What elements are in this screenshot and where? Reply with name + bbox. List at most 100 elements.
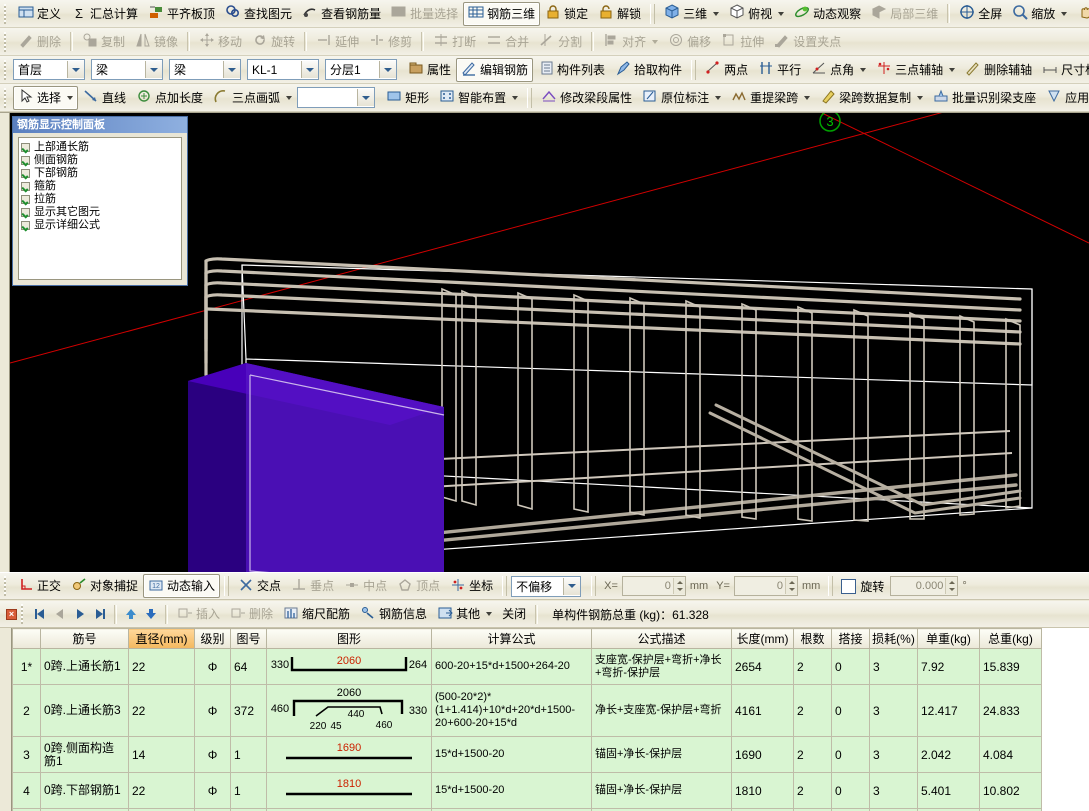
tb4-re-extract-span-button[interactable]: 重提梁跨 xyxy=(726,86,815,110)
total-weight[interactable]: 4.084 xyxy=(979,736,1042,773)
checkbox-3[interactable] xyxy=(21,182,30,191)
chevron-down-icon[interactable] xyxy=(145,61,162,78)
grade[interactable]: Φ xyxy=(194,684,231,737)
tb1-find-element-button[interactable]: 查找图元 xyxy=(220,2,297,26)
move-up-button[interactable] xyxy=(121,604,141,624)
formula[interactable]: 15*d+1500-20 xyxy=(431,736,592,773)
total-weight[interactable]: 24.833 xyxy=(979,684,1042,737)
chevron-down-icon[interactable] xyxy=(379,61,396,78)
column-header-formula[interactable]: 计算公式 xyxy=(431,628,592,649)
tb1-rebar-3d-button[interactable]: 钢筋三维 xyxy=(463,1,541,26)
tb3-parallel-button[interactable]: 平行 xyxy=(753,58,806,82)
tb4-copy-span-data-button[interactable]: 梁跨数据复制 xyxy=(815,86,928,110)
checkbox-6[interactable] xyxy=(21,221,30,230)
tb1-unlock-button[interactable]: 解锁 xyxy=(593,2,646,26)
rotate-checkbox[interactable] xyxy=(841,578,857,594)
tb3-member-list-button[interactable]: 构件列表 xyxy=(533,58,610,82)
chevron-down-icon[interactable] xyxy=(917,95,924,100)
edit-other-button[interactable]: 其他 xyxy=(432,602,497,626)
tb3-pick-member-button[interactable]: 拾取构件 xyxy=(610,58,687,82)
checkbox-1[interactable] xyxy=(21,156,30,165)
tb3-three-point-axis-button[interactable]: 三点辅轴 xyxy=(871,58,960,82)
draw-style-combo[interactable] xyxy=(297,87,376,108)
rebar-option-row[interactable]: 拉筋 xyxy=(21,193,179,206)
unit-weight[interactable]: 2.042 xyxy=(917,736,980,773)
tb4-smart-layout-button[interactable]: 智能布置 xyxy=(434,86,523,110)
statusbar-grip[interactable] xyxy=(3,576,10,596)
toolbar-grip[interactable] xyxy=(691,59,697,80)
status-osnap-button[interactable]: 对象捕捉 xyxy=(66,574,143,598)
chevron-down-icon[interactable] xyxy=(512,95,519,100)
spinner[interactable] xyxy=(784,578,797,594)
tb1-lock-button[interactable]: 锁定 xyxy=(540,2,593,26)
statusbar-grip[interactable] xyxy=(502,576,508,596)
rebar-option-row[interactable]: 下部钢筋 xyxy=(21,167,179,180)
checkbox-5[interactable] xyxy=(21,208,30,217)
chevron-down-icon[interactable] xyxy=(67,95,74,100)
figure-number[interactable]: 1 xyxy=(230,772,267,809)
tb4-rectangle-button[interactable]: 矩形 xyxy=(381,86,434,110)
row-index[interactable]: 2 xyxy=(12,684,41,737)
rebar-display-control-panel[interactable]: 钢筋显示控制面板 上部通长筋 侧面钢筋 下部钢筋 箍筋 拉筋 显示其它图元 显示详细公式 xyxy=(12,116,188,286)
next-record-button[interactable] xyxy=(70,604,90,624)
snap-intersection-snap-button[interactable]: 交点 xyxy=(233,574,286,598)
tb3-point-angle-button[interactable]: 点角 xyxy=(806,58,871,82)
column-header-shape[interactable]: 图形 xyxy=(266,628,432,649)
rebar-option-row[interactable]: 箍筋 xyxy=(21,180,179,193)
diameter[interactable]: 22 xyxy=(128,772,195,809)
unit-weight[interactable]: 5.401 xyxy=(917,772,980,809)
column-header-name[interactable]: 筋号 xyxy=(40,628,129,649)
chevron-down-icon[interactable] xyxy=(1061,11,1068,16)
rebar-name[interactable]: 0跨.上通长筋3 xyxy=(40,684,129,737)
count[interactable]: 2 xyxy=(793,772,832,809)
tb3-edit-rebar-button[interactable]: 编辑钢筋 xyxy=(456,57,534,82)
tb1-align-slab-button[interactable]: 平齐板顶 xyxy=(143,2,220,26)
toolbar-grip[interactable] xyxy=(527,87,533,108)
last-record-button[interactable] xyxy=(90,604,110,624)
tb1-pan-button[interactable]: 平移 xyxy=(1072,2,1089,26)
formula[interactable]: (500-20*2)*(1+1.414)+10*d+20*d+1500-20+6… xyxy=(431,684,592,737)
edit-scale-rebar-button[interactable]: 缩尺配筋 xyxy=(278,602,355,626)
tb4-in-situ-label-button[interactable]: 原位标注 xyxy=(637,86,726,110)
snap-coordinate-snap-button[interactable]: 坐标 xyxy=(445,574,498,598)
chevron-down-icon[interactable] xyxy=(713,11,720,16)
tb1-sigma-button[interactable]: Σ 汇总计算 xyxy=(66,2,143,26)
tb3-dimension-button[interactable]: 尺寸标注 xyxy=(1037,58,1089,82)
rebar-name[interactable]: 0跨.上通长筋1 xyxy=(40,648,129,685)
table-row[interactable]: 1* 0跨.上通长筋1 22 Φ 64 330 2060 264 600-20+15*d+150… xyxy=(12,648,1042,685)
length[interactable]: 4161 xyxy=(731,684,794,737)
rebar-option-row[interactable]: 显示其它图元 xyxy=(21,206,179,219)
tb4-edit-beam-seg-button[interactable]: 修改梁段属性 xyxy=(536,86,637,110)
toolbar-grip[interactable] xyxy=(650,3,656,24)
loss[interactable]: 3 xyxy=(869,684,918,737)
grade[interactable]: Φ xyxy=(194,648,231,685)
figure-number[interactable]: 372 xyxy=(230,684,267,737)
lap[interactable]: 0 xyxy=(831,648,870,685)
chevron-down-icon[interactable] xyxy=(563,577,581,595)
chevron-down-icon[interactable] xyxy=(715,95,722,100)
lap[interactable]: 0 xyxy=(831,772,870,809)
row-index[interactable]: 3 xyxy=(12,736,41,773)
statusbar-grip[interactable] xyxy=(224,576,230,596)
row-index[interactable]: 4 xyxy=(12,772,41,809)
tb1-view-rebar-button[interactable]: 查看钢筋量 xyxy=(297,2,386,26)
tb1-define-button[interactable]: 定义 xyxy=(13,2,66,26)
rebar-option-row[interactable]: 上部通长筋 xyxy=(21,141,179,154)
tb1-orbit-button[interactable]: 动态观察 xyxy=(789,2,866,26)
edit-rebar-info-button[interactable]: 钢筋信息 xyxy=(355,602,432,626)
close-panel-button[interactable]: × xyxy=(6,608,17,620)
editbar-grip[interactable] xyxy=(20,604,27,624)
formula-description[interactable]: 锚固+净长-保护层 xyxy=(591,736,732,773)
rebar-table-container[interactable]: 筋号 直径(mm) 级别 图号 图形 计算公式 公式描述 长度(mm) 根数 搭接 损耗(%) 单重(… xyxy=(0,628,1089,811)
column-header-unitwt[interactable]: 单重(kg) xyxy=(917,628,980,649)
count[interactable]: 2 xyxy=(793,684,832,737)
chevron-down-icon[interactable] xyxy=(357,89,375,106)
length[interactable]: 1810 xyxy=(731,772,794,809)
tb3-delete-axis-button[interactable]: 删除辅轴 xyxy=(960,58,1037,82)
layer-combo[interactable]: 分层1 xyxy=(325,59,397,80)
tb3-properties-button[interactable]: 属性 xyxy=(403,58,456,82)
status-dyninput-button[interactable]: 12 动态输入 xyxy=(143,574,221,598)
chevron-down-icon[interactable] xyxy=(652,39,659,44)
column-header-count[interactable]: 根数 xyxy=(793,628,832,649)
rebar-option-row[interactable]: 侧面钢筋 xyxy=(21,154,179,167)
